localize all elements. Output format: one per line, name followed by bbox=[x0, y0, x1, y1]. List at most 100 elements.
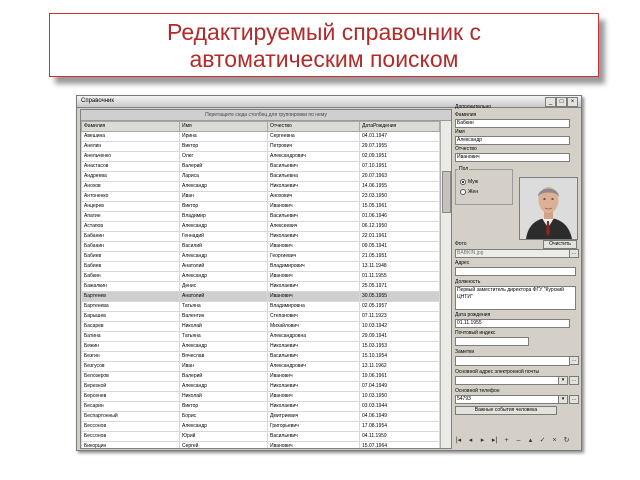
add-icon[interactable]: + bbox=[502, 437, 511, 445]
table-row[interactable]: Бабанин Василий Иванович 09.05.1941 bbox=[81, 241, 440, 252]
first-icon[interactable]: |◂ bbox=[454, 437, 463, 445]
maximize-button[interactable]: □ bbox=[556, 97, 567, 107]
table-row[interactable]: Бежин Александр Николаевич 15.03.1953 bbox=[81, 341, 440, 352]
edit-icon[interactable]: ▴ bbox=[526, 437, 535, 445]
table-row[interactable]: Батина Татьяна Александровна 29.09.1941 bbox=[81, 331, 440, 342]
table-cell: 02.09.1951 bbox=[359, 151, 440, 162]
table-row[interactable]: Анельченко Олег Александрович 02.09.1951 bbox=[81, 151, 440, 162]
table-cell: Борис bbox=[179, 411, 268, 422]
table-row[interactable]: Бабкин Александр Иванович 01.11.1955 bbox=[81, 271, 440, 282]
close-button[interactable]: × bbox=[567, 97, 578, 107]
table-row[interactable]: Бартенев Анатолий Иванович 30.05.1955 bbox=[81, 291, 440, 302]
phone-field[interactable]: 54793 bbox=[455, 395, 559, 404]
table-row[interactable]: Бесарин Виктор Николаевич 03.03.1944 bbox=[81, 401, 440, 412]
table-row[interactable]: Антоненко Иван Анохович 23.03.1950 bbox=[81, 191, 440, 202]
table-cell: Бабиев bbox=[81, 261, 180, 272]
save-icon[interactable]: ✓ bbox=[538, 437, 547, 445]
table-cell: Анелин bbox=[81, 141, 180, 152]
table-row[interactable]: Безгин Вячеслав Васильевич 15.10.1954 bbox=[81, 351, 440, 362]
photo-browse-button[interactable]: … bbox=[569, 249, 579, 258]
birthdate-field[interactable]: 01.11.1955 bbox=[455, 319, 570, 328]
photo-file-field[interactable]: BABKIN.jpg bbox=[455, 249, 570, 258]
notes-expand-button[interactable]: … bbox=[569, 356, 579, 365]
table-row[interactable]: Бабиев Александр Георгиевич 21.05.1951 bbox=[81, 251, 440, 262]
table-row[interactable]: Барышев Валентин Степанович 07.11.1923 bbox=[81, 311, 440, 322]
position-field[interactable]: Первый заместитель директора ФГУ "Курски… bbox=[455, 286, 576, 310]
next-icon[interactable]: ▸ bbox=[478, 437, 487, 445]
grid-scrollbar[interactable] bbox=[440, 121, 451, 448]
table-row[interactable]: Бикорцин Сергей Иванович 15.07.1964 bbox=[81, 441, 440, 448]
email-field[interactable] bbox=[455, 376, 559, 385]
table-row[interactable]: Астапов Александр Алексеевич 06.12.1950 bbox=[81, 221, 440, 232]
prev-icon[interactable]: ◂ bbox=[466, 437, 475, 445]
table-row[interactable]: Беспартонный Борис Дмитриевич 04.06.1949 bbox=[81, 411, 440, 422]
table-cell: Иван bbox=[179, 361, 268, 372]
surname-field[interactable]: Бабкин bbox=[455, 119, 570, 128]
table-cell: Татьяна bbox=[179, 301, 268, 312]
window-titlebar[interactable]: Справочник _ □ × bbox=[77, 96, 581, 108]
table-cell: Бартенева bbox=[81, 301, 180, 312]
patronymic-field[interactable]: Иванович bbox=[455, 153, 570, 162]
table-cell: Михайлович bbox=[267, 321, 360, 332]
table-row[interactable]: Бажалкин Денис Николаевич 25.05.1971 bbox=[81, 281, 440, 292]
table-row[interactable]: Анелин Виктор Петрович 29.07.1955 bbox=[81, 141, 440, 152]
table-cell: 06.12.1950 bbox=[359, 221, 440, 232]
notes-field[interactable] bbox=[455, 356, 570, 366]
table-row[interactable]: Безгусов Иван Александрович 13.11.1962 bbox=[81, 361, 440, 372]
records-grid[interactable]: Перетащите сюда столбец для группировки … bbox=[80, 109, 452, 449]
postcode-field[interactable] bbox=[455, 337, 529, 346]
last-icon[interactable]: ▸| bbox=[490, 437, 499, 445]
column-header[interactable]: ДатаРождения bbox=[359, 121, 440, 132]
table-cell: Бартенев bbox=[81, 291, 180, 302]
delete-icon[interactable]: – bbox=[514, 437, 523, 445]
table-row[interactable]: Басарев Николай Михайлович 10.03.1942 bbox=[81, 321, 440, 332]
table-cell: Бесарин bbox=[81, 401, 180, 412]
sex-male-radio[interactable] bbox=[460, 179, 466, 185]
cancel-icon[interactable]: × bbox=[550, 437, 559, 445]
refresh-icon[interactable]: ↻ bbox=[562, 437, 571, 445]
email-edit-button[interactable]: … bbox=[569, 376, 579, 385]
table-row[interactable]: Бабиев Анатолий Владимирович 13.11.1948 bbox=[81, 261, 440, 272]
table-cell: Васильевич bbox=[267, 211, 360, 222]
table-row[interactable]: Бессонов Юрий Васильевич 04.11.1959 bbox=[81, 431, 440, 442]
birthdate-label: Дата рождения bbox=[455, 312, 491, 318]
table-cell: Николаевич bbox=[267, 231, 360, 242]
table-row[interactable]: Берсенев Николай Иванович 10.03.1950 bbox=[81, 391, 440, 402]
grid-scroll-thumb[interactable] bbox=[442, 171, 451, 213]
table-row[interactable]: Апатин Владимир Васильевич 01.06.1946 bbox=[81, 211, 440, 222]
phone-edit-button[interactable]: … bbox=[569, 395, 579, 404]
table-row[interactable]: Белозеров Валерий Иванович 19.06.1961 bbox=[81, 371, 440, 382]
person-photo-image bbox=[520, 178, 577, 239]
table-row[interactable]: Анохов Александр Николаевич 14.06.1955 bbox=[81, 181, 440, 192]
email-dropdown-button[interactable]: ▾ bbox=[558, 376, 568, 385]
table-row[interactable]: Авешина Ирина Сергеевна 04.01.1947 bbox=[81, 131, 440, 142]
table-row[interactable]: Анцерев Виктор Иванович 15.05.1961 bbox=[81, 201, 440, 212]
name-field[interactable]: Александр bbox=[455, 136, 570, 145]
table-row[interactable]: Анастасов Валерий Васильевич 07.10.1951 bbox=[81, 161, 440, 172]
table-cell: Иванович bbox=[267, 241, 360, 252]
column-header[interactable]: Отчество bbox=[267, 121, 360, 132]
table-row[interactable]: Бессонов Александр Григорьевич 17.08.1954 bbox=[81, 421, 440, 432]
table-cell: Анатолий bbox=[179, 261, 268, 272]
table-cell: Геннадий bbox=[179, 231, 268, 242]
table-cell: 07.10.1951 bbox=[359, 161, 440, 172]
table-cell: Виктор bbox=[179, 201, 268, 212]
minimize-button[interactable]: _ bbox=[545, 97, 556, 107]
table-row[interactable]: Бартенева Татьяна Владимировна 02.05.1957 bbox=[81, 301, 440, 312]
table-row[interactable]: Бабанин Геннадий Николаевич 22.01.1961 bbox=[81, 231, 440, 242]
table-row[interactable]: Андреева Лариса Васильевна 20.07.1963 bbox=[81, 171, 440, 182]
group-by-hint[interactable]: Перетащите сюда столбец для группировки … bbox=[81, 110, 451, 121]
column-header[interactable]: Имя bbox=[179, 121, 268, 132]
column-header[interactable]: Фамилия bbox=[81, 121, 180, 132]
table-cell: 17.08.1954 bbox=[359, 421, 440, 432]
important-events-button[interactable]: Важные события человека bbox=[455, 406, 557, 415]
table-cell: Степанович bbox=[267, 311, 360, 322]
table-cell: 10.03.1942 bbox=[359, 321, 440, 332]
table-cell: Бажалкин bbox=[81, 281, 180, 292]
table-row[interactable]: Березной Александр Николаевич 07.04.1949 bbox=[81, 381, 440, 392]
clear-photo-button[interactable]: Очистить bbox=[543, 240, 577, 249]
sex-female-radio[interactable] bbox=[460, 189, 466, 195]
address-field[interactable] bbox=[455, 267, 576, 276]
table-cell: Николаевич bbox=[267, 181, 360, 192]
phone-dropdown-button[interactable]: ▾ bbox=[558, 395, 568, 404]
